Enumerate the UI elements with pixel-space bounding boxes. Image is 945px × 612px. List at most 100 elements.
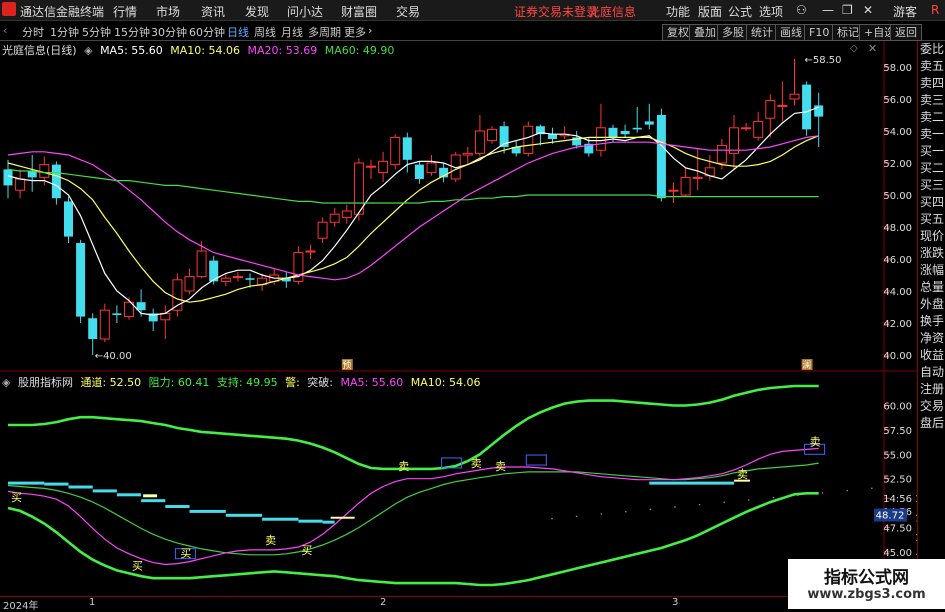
tab-period-2[interactable]: 5分钟 — [82, 24, 111, 40]
sidebar-item-7[interactable]: 买二 — [918, 160, 945, 177]
legend-settings-icon[interactable]: ◈ — [84, 44, 92, 57]
forecast-dot — [625, 510, 627, 513]
menu-jiaoyi[interactable]: 交易 — [396, 3, 420, 20]
btn-huaxian[interactable]: 画线 — [775, 24, 807, 41]
sidebar-item-19[interactable]: 自动 — [918, 364, 945, 381]
sub-legend-jing: 警: — [285, 376, 300, 389]
tab-period-8[interactable]: 月线 — [281, 24, 303, 40]
candle-body — [136, 302, 146, 311]
sub-legend-settings-icon[interactable]: ◈ — [2, 376, 10, 389]
sidebar-item-11[interactable]: 现价 — [918, 228, 945, 245]
sell-signal-3: 卖 — [495, 460, 506, 473]
candle-body — [716, 144, 727, 164]
menu-faxian[interactable]: 发现 — [245, 3, 269, 20]
btn-tongji[interactable]: 统计 — [746, 24, 778, 41]
menu-shichang[interactable]: 市场 — [156, 3, 180, 20]
sidebar-item-8[interactable]: 买三 — [918, 177, 945, 194]
candle-body — [15, 178, 26, 191]
menu-hangqing[interactable]: 行情 — [113, 3, 137, 20]
menu-gongneng[interactable]: 功能 — [666, 3, 690, 20]
forecast-dot — [698, 503, 701, 506]
tab-period-10[interactable]: 更多 — [344, 24, 366, 40]
candle-body — [341, 210, 352, 218]
menu-wenxiaoda[interactable]: 问小达 — [287, 3, 323, 20]
menu-xuanxiang[interactable]: 选项 — [759, 3, 783, 20]
help-icon[interactable]: ⚇ — [796, 3, 807, 17]
sidebar-item-1[interactable]: 卖五 — [918, 58, 945, 75]
sidebar-item-10[interactable]: 买五 — [918, 211, 945, 228]
nav-left-icon[interactable]: ‹ — [3, 24, 7, 37]
menu-caifuquan[interactable]: 财富圈 — [341, 3, 377, 20]
sidebar-item-16[interactable]: 换手 — [918, 313, 945, 330]
tab-period-1[interactable]: 1分钟 — [50, 24, 79, 40]
sidebar-item-17[interactable]: 净资 — [918, 330, 945, 347]
tab-period-4[interactable]: 30分钟 — [151, 24, 187, 40]
forecast-dot — [723, 501, 725, 504]
candle-body — [680, 176, 691, 196]
tab-period-6[interactable]: 日线 — [227, 24, 249, 40]
app-logo-icon — [2, 2, 16, 16]
sidebar-item-2[interactable]: 卖四 — [918, 75, 945, 92]
date-label-1: 1 — [89, 597, 96, 608]
candle-body — [76, 243, 86, 317]
sidebar-item-18[interactable]: 收益 — [918, 347, 945, 364]
candle-body — [765, 100, 776, 119]
sidebar-item-12[interactable]: 涨跌 — [918, 245, 945, 262]
legend-ma20: MA20: 53.69 — [247, 44, 318, 57]
btn-f10[interactable]: F10 — [804, 24, 835, 41]
period-tab-bar: ‹ 分时 1分钟 5分钟 15分钟 30分钟 60分钟 日线 周线 月线 多周期… — [0, 21, 945, 41]
forecast-dot — [846, 489, 848, 492]
sidebar-item-3[interactable]: 卖三 — [918, 92, 945, 109]
menu-zixun[interactable]: 资讯 — [201, 3, 225, 20]
forecast-dot — [649, 508, 652, 511]
sidebar-item-9[interactable]: 买四 — [918, 194, 945, 211]
annotations: ←58.50 ←40.00 预 澜 — [95, 55, 842, 371]
sidebar-item-20[interactable]: 注册 — [918, 381, 945, 398]
minimize-icon[interactable]: — — [822, 3, 834, 17]
date-label-2: 2 — [380, 597, 387, 608]
watermark-line1: 指标公式网 — [824, 568, 909, 588]
sub-label-4: 14:56 — [883, 494, 912, 505]
sidebar-item-21[interactable]: 交易 — [918, 398, 945, 415]
menu-banmian[interactable]: 版面 — [698, 3, 722, 20]
price-label-2: 54.00 — [883, 127, 912, 138]
login-notice[interactable]: 证券交易未登录 — [514, 3, 598, 20]
candle-body — [366, 165, 376, 168]
btn-fanhui[interactable]: 返回 — [890, 24, 922, 41]
ma-line-ma10 — [7, 135, 819, 303]
sub-legend-title: 股朋指标网 — [17, 376, 73, 389]
candle-body — [232, 276, 243, 279]
candle-body — [414, 164, 424, 179]
tab-period-7[interactable]: 周线 — [254, 24, 276, 40]
lan-badge: 澜 — [802, 360, 811, 371]
candle-body — [64, 201, 73, 237]
pane-option-icon[interactable]: ◇ — [850, 43, 858, 54]
sidebar-item-15[interactable]: 外盘 — [918, 296, 945, 313]
cyan-step — [298, 519, 323, 523]
sidebar-item-5[interactable]: 卖一 — [918, 126, 945, 143]
sidebar-item-14[interactable]: 总量 — [918, 279, 945, 296]
tab-period-5[interactable]: 60分钟 — [189, 24, 225, 40]
restore-icon[interactable]: ❐ — [842, 3, 853, 17]
yellow-step — [143, 494, 158, 498]
candle-body — [317, 221, 328, 239]
sidebar-item-6[interactable]: 买一 — [918, 143, 945, 160]
btn-duogu[interactable]: 多股 — [717, 24, 749, 41]
forecast-dot — [821, 492, 824, 494]
tab-period-9[interactable]: 多周期 — [308, 24, 341, 40]
sub-legend-tongdao: 通道: 52.50 — [80, 376, 142, 389]
more-chevron-icon[interactable]: › — [368, 24, 372, 37]
pane-close-icon[interactable]: ✕ — [868, 42, 877, 55]
sidebar-item-0[interactable]: 委比 — [918, 41, 945, 58]
guest-label[interactable]: 游客 — [893, 3, 917, 20]
sidebar-item-4[interactable]: 卖二 — [918, 109, 945, 126]
tab-period-3[interactable]: 15分钟 — [114, 24, 150, 40]
sidebar-item-22[interactable]: 盘后 — [918, 415, 945, 432]
sidebar-item-13[interactable]: 涨幅 — [918, 262, 945, 279]
stock-name-header: 光庭信息 — [588, 5, 637, 19]
tab-period-0[interactable]: 分时 — [22, 24, 44, 40]
kline-chart[interactable]: 58.00 56.00 54.00 52.00 50.00 48.00 46.00 44.00… — [0, 41, 917, 596]
price-label-0: 58.00 — [883, 63, 912, 74]
close-icon[interactable]: ✕ — [863, 3, 873, 17]
menu-gongshi[interactable]: 公式 — [728, 3, 752, 20]
